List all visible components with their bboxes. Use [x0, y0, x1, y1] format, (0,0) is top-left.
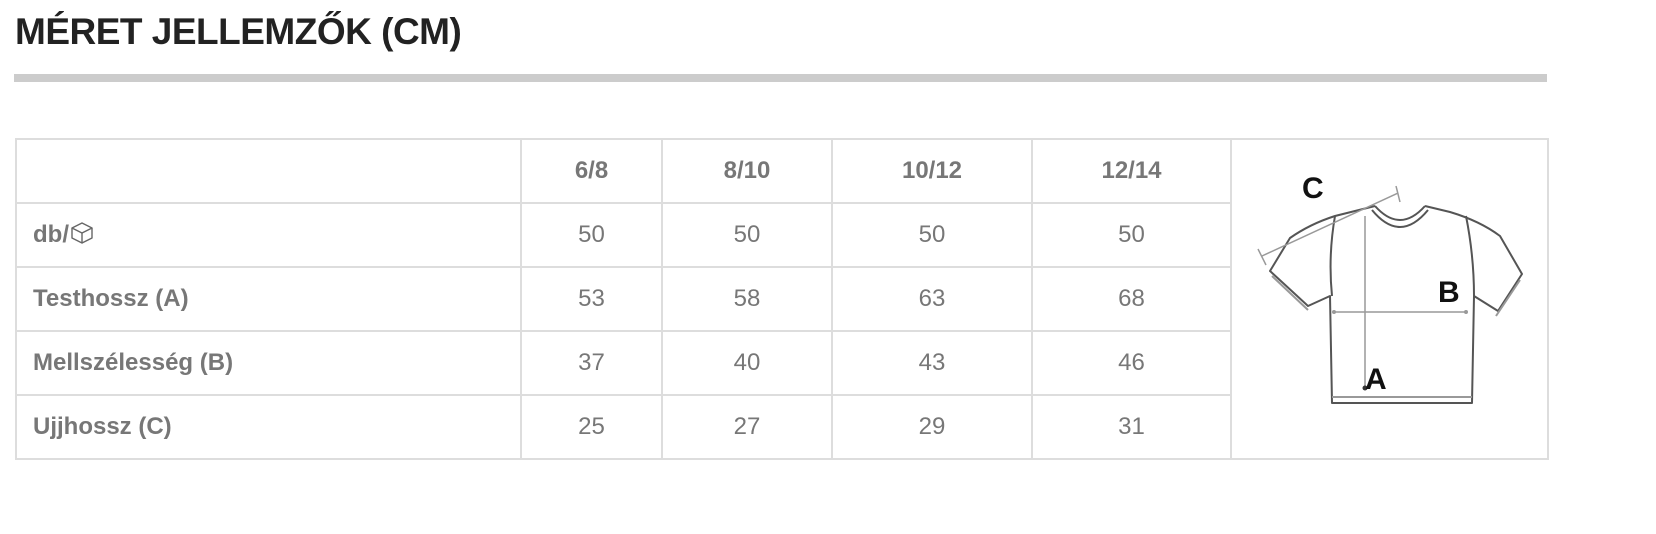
table-cell: 29	[831, 394, 1033, 460]
size-header: 8/10	[661, 138, 833, 204]
table-cell: 46	[1031, 330, 1232, 396]
label-a: A	[1365, 363, 1387, 396]
table-cell: 27	[661, 394, 833, 460]
table-cell: 37	[520, 330, 663, 396]
table-cell: 40	[661, 330, 833, 396]
box-icon	[71, 222, 93, 244]
size-header: 6/8	[520, 138, 663, 204]
row-label-text: db/	[33, 221, 69, 248]
table-cell: 50	[661, 202, 833, 268]
table-cell: 43	[831, 330, 1033, 396]
label-b: B	[1438, 276, 1460, 309]
table-cell: 25	[520, 394, 663, 460]
table-cell: 68	[1031, 266, 1232, 332]
corner-cell	[15, 138, 522, 204]
size-header: 10/12	[831, 138, 1033, 204]
table-cell: 63	[831, 266, 1033, 332]
row-label: Ujjhossz (C)	[15, 394, 522, 460]
row-label: Mellszélesség (B)	[15, 330, 522, 396]
table-cell: 31	[1031, 394, 1232, 460]
page-title: MÉRET JELLEMZŐK (CM)	[15, 11, 462, 52]
row-label: Testhossz (A)	[15, 266, 522, 332]
diagram-cell: A B C	[1230, 138, 1549, 460]
size-chart-table: 6/8 8/10 10/12 12/14 A B C db/ 50 50 50 …	[15, 138, 1549, 460]
table-cell: 58	[661, 266, 833, 332]
header-row: 6/8 8/10 10/12 12/14 A B C	[15, 138, 1549, 460]
row-label: db/	[15, 202, 522, 268]
title-divider	[14, 74, 1547, 82]
size-header: 12/14	[1031, 138, 1232, 204]
label-c: C	[1302, 176, 1324, 205]
table-cell: 53	[520, 266, 663, 332]
tshirt-diagram-icon: A B C	[1256, 172, 1523, 404]
table-cell: 50	[520, 202, 663, 268]
table-cell: 50	[1031, 202, 1232, 268]
table-cell: 50	[831, 202, 1033, 268]
